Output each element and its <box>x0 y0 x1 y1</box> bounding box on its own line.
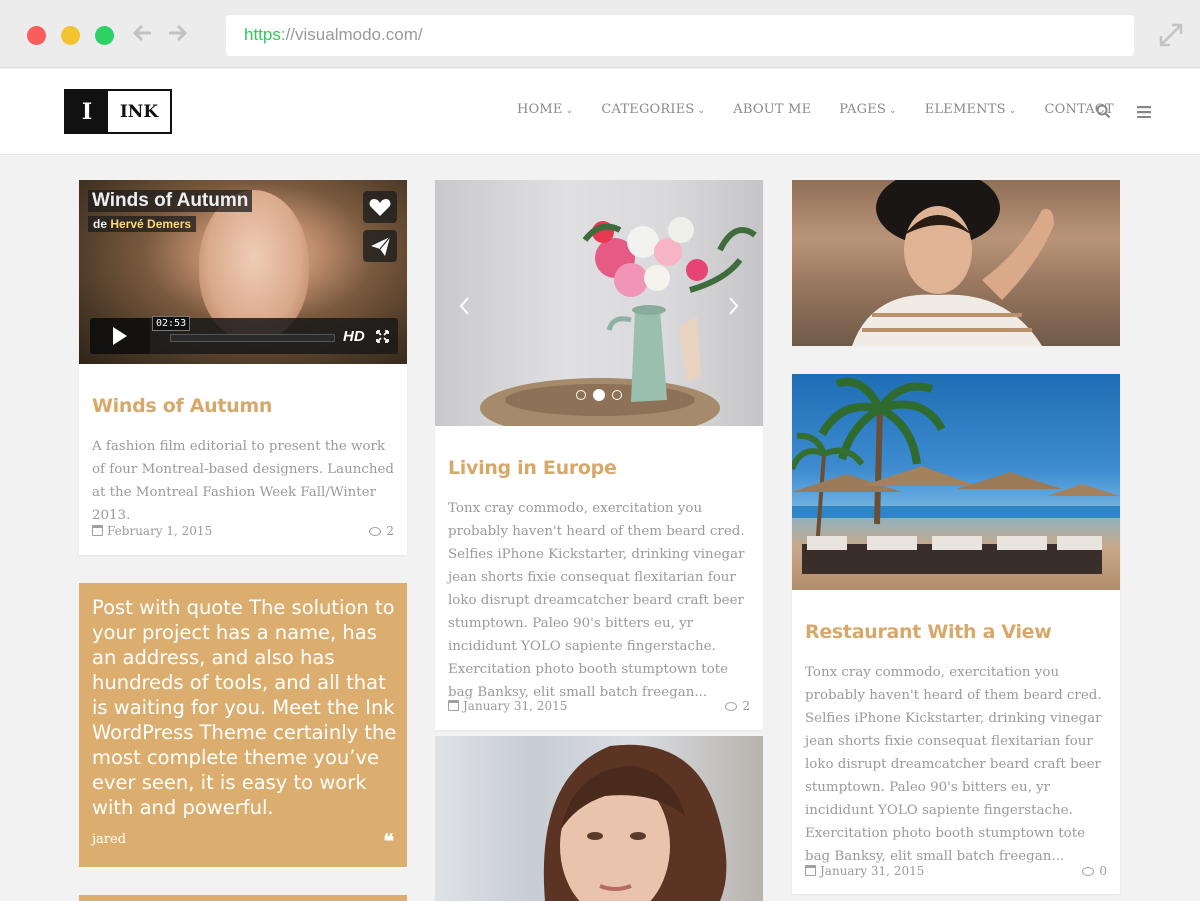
quote-icon: ❝ <box>383 829 394 853</box>
menu-item-home[interactable]: HOME ⌄ <box>517 102 573 117</box>
quote-author: jared <box>92 832 127 847</box>
post-date-text: January 31, 2015 <box>820 864 925 878</box>
post-excerpt: Tonx cray commodo, exercitation you prob… <box>805 665 1102 864</box>
logo-mark: I <box>66 91 108 132</box>
comment-icon <box>725 702 738 711</box>
menu-item-label: PAGES <box>839 102 887 117</box>
paper-plane-icon <box>371 236 391 256</box>
post-title[interactable]: Restaurant With a View <box>805 621 1052 643</box>
calendar-icon <box>448 700 459 711</box>
post-image-portrait[interactable] <box>435 736 763 901</box>
comment-count: 2 <box>742 699 750 713</box>
close-window-button[interactable] <box>27 26 46 45</box>
post-comments[interactable]: 2 <box>696 699 750 713</box>
forward-arrow-icon[interactable] <box>166 22 188 46</box>
comment-icon <box>369 527 382 536</box>
main-menu: HOME ⌄ CATEGORIES ⌄ ABOUT ME PAGES ⌄ ELEMEN… <box>517 102 1142 117</box>
post-title[interactable]: Living in Europe <box>448 457 617 479</box>
menu-item-label: CATEGORIES <box>601 102 695 117</box>
slider-next-button[interactable] <box>727 295 741 323</box>
menu-item-about[interactable]: ABOUT ME <box>733 102 811 117</box>
post-date-text: January 31, 2015 <box>463 699 568 713</box>
browser-chrome: https://visualmodo.com/ <box>0 0 1200 68</box>
video-overlay-title[interactable]: Winds of Autumn <box>88 190 253 212</box>
post-excerpt: Tonx cray commodo, exercitation you prob… <box>448 501 745 700</box>
comment-count: 0 <box>1099 864 1107 878</box>
site-logo[interactable]: I INK <box>64 89 172 134</box>
woman-hat-image <box>852 180 1054 346</box>
post-image-restaurant[interactable] <box>792 374 1120 590</box>
minimize-window-button[interactable] <box>61 26 80 45</box>
video-author-prefix: de <box>93 217 108 231</box>
post-card-quote: Post with quote The solution to your pro… <box>79 583 407 867</box>
hamburger-menu-icon[interactable] <box>1137 106 1151 118</box>
url-text: https://visualmodo.com/ <box>244 25 423 45</box>
hd-toggle[interactable]: HD <box>343 328 365 345</box>
woman-portrait-image <box>543 744 727 901</box>
slider-dot-1[interactable] <box>576 390 586 400</box>
fullscreen-video-icon[interactable] <box>376 330 389 343</box>
chevron-down-icon: ⌄ <box>697 106 706 116</box>
menu-item-label: ELEMENTS <box>924 102 1006 117</box>
post-image-fashion[interactable] <box>792 180 1120 346</box>
video-overlay-author[interactable]: de Hervé Demers <box>88 216 197 232</box>
maximize-window-button[interactable] <box>95 26 114 45</box>
address-bar[interactable]: https://visualmodo.com/ <box>226 15 1134 56</box>
forward-arrow-icon-svg <box>169 24 188 42</box>
menu-item-pages[interactable]: PAGES ⌄ <box>839 102 896 117</box>
post-title[interactable]: Winds of Autumn <box>92 395 272 417</box>
chevron-right-icon <box>729 297 739 315</box>
chevron-down-icon: ⌄ <box>1008 106 1017 116</box>
back-arrow-icon-svg <box>132 24 151 42</box>
video-controls: HD <box>90 318 398 354</box>
url-protocol: https <box>244 25 281 44</box>
fullscreen-icon[interactable] <box>1158 22 1184 48</box>
video-progress-bar[interactable] <box>170 334 335 342</box>
video-author-name: Hervé Demers <box>110 217 192 231</box>
url-domain: ://visualmodo.com/ <box>280 25 423 44</box>
chevron-down-icon: ⌄ <box>889 106 897 116</box>
post-date-text: February 1, 2015 <box>107 524 213 538</box>
beach-umbrellas-image <box>792 377 1120 574</box>
post-excerpt: A fashion film editorial to present the … <box>92 439 394 523</box>
post-date: January 31, 2015 <box>805 864 924 878</box>
comment-count: 2 <box>386 524 394 538</box>
slider-dot-2[interactable] <box>593 389 605 401</box>
quote-text[interactable]: Post with quote The solution to your pro… <box>92 595 397 820</box>
menu-item-elements[interactable]: ELEMENTS ⌄ <box>925 102 1017 117</box>
logo-text: INK <box>119 101 159 122</box>
video-timecode: 02:53 <box>152 316 191 331</box>
back-arrow-icon[interactable] <box>132 22 154 46</box>
slider-dot-3[interactable] <box>612 390 622 400</box>
play-icon <box>113 327 127 345</box>
like-button[interactable] <box>363 191 397 223</box>
post-card-partial <box>79 895 407 901</box>
share-button[interactable] <box>363 230 397 262</box>
site-header: I INK HOME ⌄ CATEGORIES ⌄ ABOUT ME PAGES ⌄ … <box>0 69 1200 155</box>
post-comments[interactable]: 0 <box>1053 864 1107 878</box>
search-icon[interactable] <box>1096 104 1111 119</box>
slider-prev-button[interactable] <box>457 295 471 323</box>
play-button[interactable] <box>90 318 150 354</box>
menu-item-label: ABOUT ME <box>733 102 812 117</box>
chevron-left-icon <box>459 297 469 315</box>
calendar-icon <box>92 525 103 536</box>
post-date: January 31, 2015 <box>448 699 567 713</box>
comment-icon <box>1082 867 1095 876</box>
heart-icon <box>369 199 391 216</box>
calendar-icon <box>805 865 816 876</box>
chevron-down-icon: ⌄ <box>565 106 574 116</box>
post-comments[interactable]: 2 <box>340 524 394 538</box>
post-date: February 1, 2015 <box>92 524 212 538</box>
menu-item-categories[interactable]: CATEGORIES ⌄ <box>601 102 705 117</box>
menu-item-label: HOME <box>517 102 563 117</box>
